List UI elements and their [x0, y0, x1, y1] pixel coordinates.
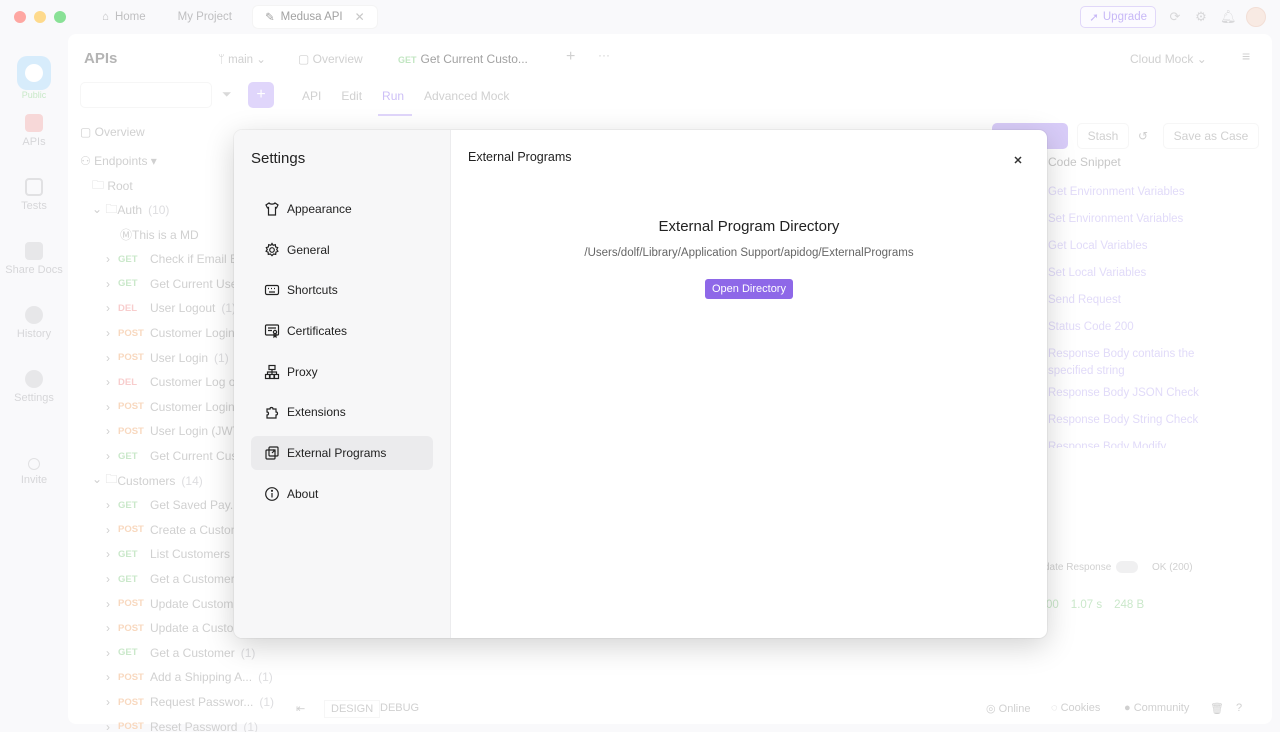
settings-sidebar: Settings Appearance General Shortcuts Ce…: [234, 130, 451, 638]
gear-icon: [265, 242, 279, 257]
info-icon: [265, 486, 279, 501]
settings-content: External Programs External Program Direc…: [451, 130, 1047, 638]
settings-item-proxy[interactable]: Proxy: [251, 355, 433, 389]
settings-title: Settings: [251, 150, 306, 167]
settings-item-about[interactable]: About: [251, 477, 433, 511]
settings-item-general[interactable]: General: [251, 233, 433, 267]
directory-heading: External Program Directory: [658, 218, 840, 235]
external-window-icon: [265, 446, 279, 460]
certificate-icon: [264, 324, 280, 339]
settings-item-external-programs[interactable]: External Programs: [251, 436, 433, 471]
panel-title: External Programs: [468, 150, 572, 164]
settings-item-certificates[interactable]: Certificates: [251, 314, 433, 348]
shirt-icon: [265, 202, 279, 216]
keyboard-icon: [264, 285, 280, 296]
settings-menu: Appearance General Shortcuts Certificate…: [251, 192, 433, 518]
settings-item-appearance[interactable]: Appearance: [251, 192, 433, 226]
close-icon[interactable]: [1011, 153, 1025, 167]
settings-dialog: Settings Appearance General Shortcuts Ce…: [234, 130, 1047, 638]
settings-item-shortcuts[interactable]: Shortcuts: [251, 273, 433, 307]
puzzle-icon: [266, 407, 279, 420]
directory-path: /Users/dolf/Library/Application Support/…: [584, 247, 914, 259]
open-directory-button[interactable]: Open Directory: [705, 279, 793, 299]
settings-item-extensions[interactable]: Extensions: [251, 395, 433, 429]
network-icon: [264, 364, 280, 379]
